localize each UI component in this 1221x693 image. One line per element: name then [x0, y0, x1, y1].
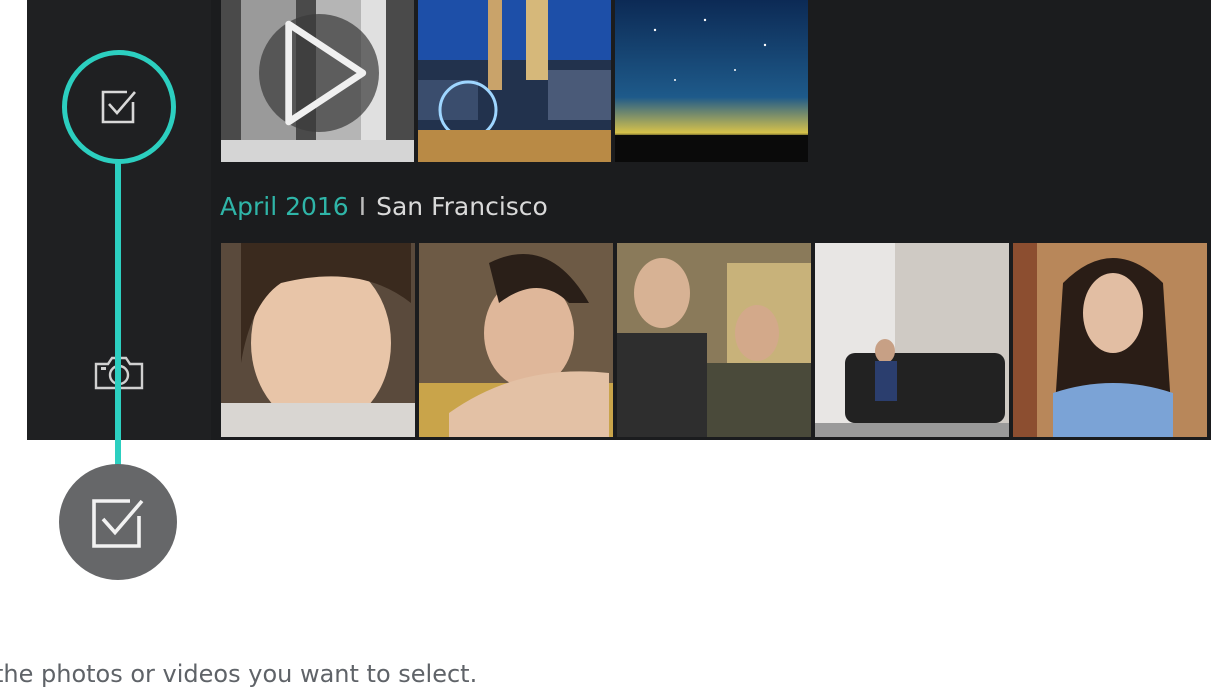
photo-thumbnail-city[interactable] — [418, 0, 611, 162]
instruction-caption: the photos or videos you want to select. — [0, 660, 478, 688]
gallery-app — [27, 0, 1211, 440]
couple-image — [617, 243, 811, 437]
callout-select-button — [59, 464, 177, 580]
photo-thumbnail-street-car[interactable] — [815, 243, 1009, 437]
callout-connector — [115, 160, 121, 465]
section-date: April 2016 — [220, 191, 349, 221]
checkbox-select-icon — [92, 499, 144, 548]
photo-row — [221, 0, 808, 162]
photo-thumbnail-couple[interactable] — [617, 243, 811, 437]
city-night-image — [418, 0, 611, 162]
section-location: San Francisco — [376, 191, 548, 221]
night-sky-image — [615, 0, 808, 162]
woman-portrait-image — [1013, 243, 1207, 437]
video-thumbnail-waterfall[interactable] — [221, 0, 414, 162]
play-button[interactable] — [259, 14, 379, 132]
street-car-image — [815, 243, 1009, 437]
girl-portrait-image — [221, 243, 415, 437]
photo-thumbnail-night-sky[interactable] — [615, 0, 808, 162]
section-separator: I — [358, 191, 367, 221]
photo-thumbnail-girl[interactable] — [221, 243, 415, 437]
section-header: April 2016 I San Francisco — [220, 186, 548, 226]
woman-lying-image — [419, 243, 613, 437]
photo-thumbnail-woman-portrait[interactable] — [1013, 243, 1207, 437]
photo-row — [221, 243, 1207, 437]
highlight-ring — [62, 50, 176, 164]
play-icon — [285, 20, 367, 126]
photo-thumbnail-woman-lying[interactable] — [419, 243, 613, 437]
